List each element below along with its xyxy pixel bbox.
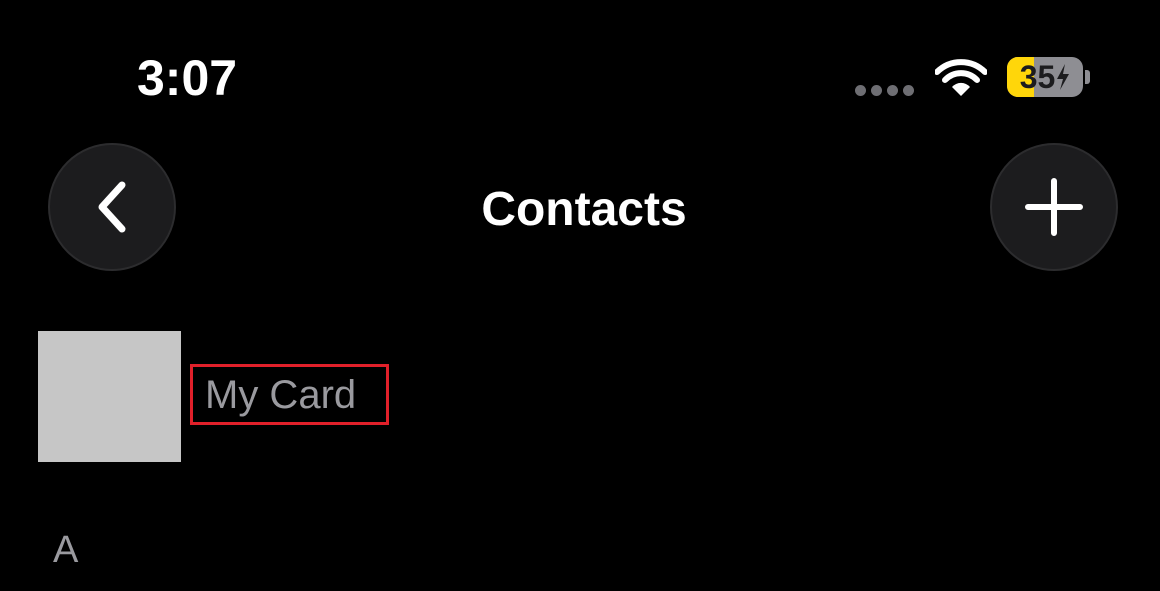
page-title: Contacts <box>481 183 687 236</box>
signal-dots-icon <box>855 85 915 97</box>
my-card-text: My Card <box>205 372 357 417</box>
bolt-icon <box>1057 64 1070 90</box>
signal-dot <box>871 85 882 96</box>
wifi-icon <box>935 59 987 96</box>
avatar[interactable] <box>38 331 181 462</box>
signal-dot <box>855 85 866 96</box>
my-card-label[interactable]: My Card <box>190 364 389 425</box>
status-time: 3:07 <box>137 50 238 106</box>
back-button[interactable] <box>48 143 176 271</box>
section-header-a: A <box>53 529 79 571</box>
battery-level-text: 35 <box>1007 57 1083 97</box>
add-contact-button[interactable] <box>990 143 1118 271</box>
plus-icon <box>1025 178 1083 236</box>
battery-cap <box>1085 70 1090 84</box>
battery-icon: 35 <box>1007 57 1083 97</box>
signal-dot <box>903 85 914 96</box>
chevron-left-icon <box>98 181 126 233</box>
battery-level: 35 <box>1019 58 1056 95</box>
signal-dot <box>887 85 898 96</box>
